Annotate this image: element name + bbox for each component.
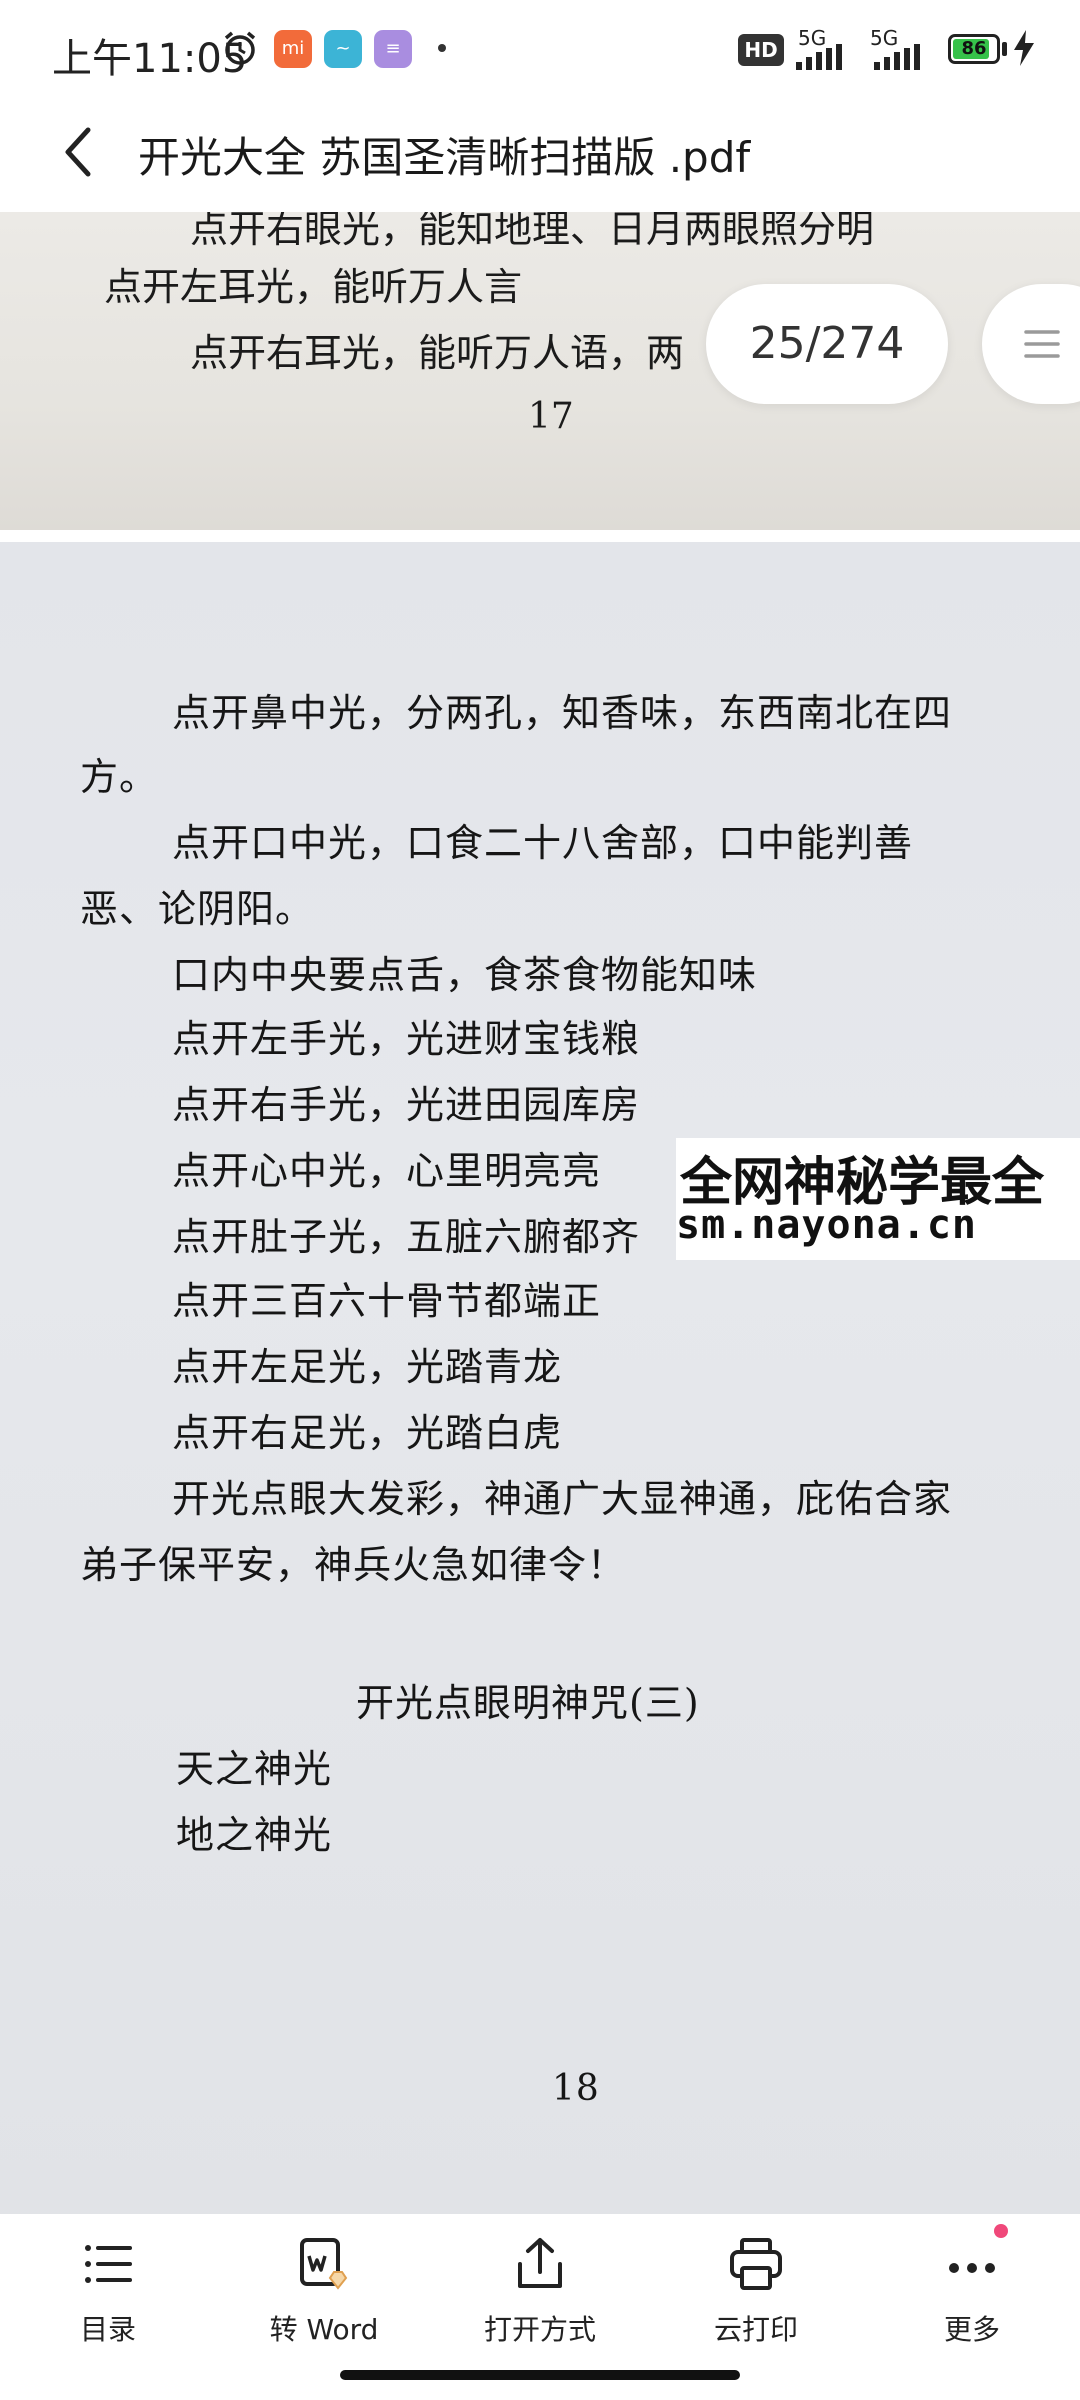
home-indicator[interactable] [340,2370,740,2380]
watermark-line-2: sm.nayona.cn [676,1202,977,1248]
word-convert-icon [300,2238,348,2290]
chevron-left-icon[interactable] [54,122,104,182]
page18-line-13: 开光点眼大发彩，神通广大显神通，庇佑合家 [172,1477,953,1521]
page-indicator[interactable]: 25/274 [706,284,948,404]
page18-line-17: 地之神光 [176,1813,333,1857]
page18-line-10: 点开三百六十骨节都端正 [172,1279,602,1323]
page18-line-11: 点开左足光，光踏青龙 [172,1345,563,1389]
hd-icon: HD [738,34,784,66]
teal-app-icon: ~ [324,30,362,68]
page18-line-9: 点开肚子光，五脏六腑都齐 [172,1215,641,1259]
battery-level: 86 [961,38,987,59]
page18-line-16: 天之神光 [176,1747,333,1791]
toolbar-open-with-label: 打开方式 [483,2313,596,2346]
mi-app-icon: mi [274,30,312,68]
battery-cap [1002,42,1007,56]
app-header: 开光大全 苏国圣清晰扫描版 .pdf [0,100,1080,212]
page18-line-12: 点开右足光，光踏白虎 [172,1411,563,1455]
toolbar-open-with-button[interactable]: 打开方式 [450,2234,630,2364]
document-title: 开光大全 苏国圣清晰扫描版 .pdf [138,133,751,182]
signal-icon-2 [874,44,920,70]
page17-line-3: 点开右耳光，能听万人语，两 [190,331,685,375]
page18-line-4: 恶、论阴阳。 [80,887,315,931]
pdf-page-18: 点开鼻中光，分两孔，知香味，东西南北在四 方。 点开口中光，口食二十八舍部，口中… [0,542,1080,2214]
toolbar-contents-button[interactable]: 目录 [18,2234,198,2364]
signal-icon-1 [796,44,842,70]
page18-line-6: 点开左手光，光进财宝钱粮 [172,1017,641,1061]
page18-line-8: 点开心中光，心里明亮亮 [172,1149,602,1193]
page18-line-1: 点开鼻中光，分两孔，知香味，东西南北在四 [172,691,953,735]
page18-line-7: 点开右手光，光进田园库房 [172,1083,641,1127]
toolbar-cloud-print-button[interactable]: 云打印 [666,2234,846,2364]
page17-line-2: 点开左耳光，能听万人言 [104,265,523,309]
toolbar-to-word-label: 转 Word [269,2313,379,2346]
more-icon [949,2263,995,2273]
page-gap [0,530,1080,542]
alarm-icon [224,31,256,65]
page18-line-14: 弟子保平安，神兵火急如律令！ [80,1543,627,1587]
menu-handle-icon[interactable] [1022,324,1062,364]
page17-number: 17 [528,396,574,437]
toolbar-more-label: 更多 [943,2313,1000,2346]
watermark: 全网神秘学最全 sm.nayona.cn [676,1138,1080,1260]
toolbar-to-word-button[interactable]: 转 Word [234,2234,414,2364]
page17-line-1: 点开右眼光，能知地理、日月两眼照分明 [190,212,875,251]
page18-number: 18 [552,2068,600,2109]
bolt-icon [1014,30,1034,66]
status-time: 上午11:05 [52,36,248,82]
battery-icon: 86 [948,34,1000,64]
status-bar: 上午11:05 mi ~ ≡ HD 5G 5G 86 [0,0,1080,100]
page18-line-5: 口内中央要点舌，食茶食物能知味 [172,953,758,997]
notification-dot [994,2224,1008,2238]
toolbar-contents-label: 目录 [79,2313,136,2346]
status-dot [438,44,446,52]
page18-section-heading: 开光点眼明神咒(三) [356,1681,700,1725]
share-icon [518,2238,562,2288]
page18-line-2: 方。 [80,755,159,799]
printer-icon [730,2238,782,2290]
list-icon [85,2245,132,2283]
toolbar-cloud-print-label: 云打印 [713,2313,798,2346]
toolbar-more-button[interactable]: 更多 [882,2234,1062,2364]
page18-line-3: 点开口中光，口食二十八舍部，口中能判善 [172,821,914,865]
purple-app-icon: ≡ [374,30,412,68]
